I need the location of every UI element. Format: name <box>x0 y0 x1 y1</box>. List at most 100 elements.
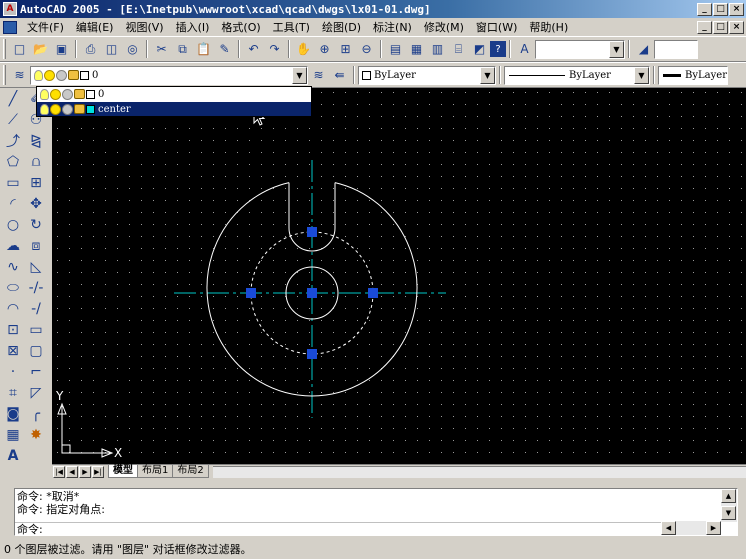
ellipse-icon[interactable]: ⬭ <box>3 278 23 298</box>
stretch-icon[interactable]: ◺ <box>26 257 46 277</box>
hatch-icon[interactable]: ⌗ <box>3 383 23 403</box>
properties-icon[interactable]: ▤ <box>385 39 406 60</box>
layer-on-icon[interactable] <box>40 88 49 100</box>
zoom-window-icon[interactable]: ⊞ <box>335 39 356 60</box>
move-icon[interactable]: ✥ <box>26 194 46 214</box>
minimize-button[interactable]: _ <box>697 2 712 16</box>
scroll-left-button[interactable]: ◀ <box>661 521 676 535</box>
layer-on-icon[interactable] <box>40 103 49 115</box>
tab-model[interactable]: 模型 <box>108 465 138 478</box>
preview-icon[interactable]: ◫ <box>101 39 122 60</box>
menu-help[interactable]: 帮助(H) <box>523 19 574 35</box>
insert-block-icon[interactable]: ⊡ <box>3 320 23 340</box>
layer-thaw-icon[interactable] <box>50 103 61 115</box>
doc-restore-button[interactable]: □ <box>713 20 728 34</box>
layer-viewport-icon[interactable] <box>62 103 73 115</box>
new-icon[interactable]: □ <box>9 39 30 60</box>
line-icon[interactable]: ╱ <box>3 89 23 109</box>
chevron-down-icon[interactable]: ▼ <box>292 66 307 84</box>
menu-format[interactable]: 格式(O) <box>215 19 266 35</box>
make-block-icon[interactable]: ⊠ <box>3 341 23 361</box>
command-vscroll[interactable]: ▲ ▼ <box>721 489 737 522</box>
save-icon[interactable]: ▣ <box>51 39 72 60</box>
zoom-realtime-icon[interactable]: ⊕ <box>314 39 335 60</box>
close-button[interactable]: × <box>729 2 744 16</box>
toolbar-grip[interactable] <box>3 39 6 59</box>
markup-icon[interactable]: ◩ <box>469 39 490 60</box>
break-point-icon[interactable]: ▭ <box>26 320 46 340</box>
grip-top[interactable] <box>307 227 317 237</box>
fillet-icon[interactable]: ╭ <box>26 404 46 424</box>
layer-row-0[interactable]: 0 <box>37 87 311 101</box>
color-combo[interactable]: ByLayer ▼ <box>358 65 496 85</box>
command-prompt[interactable]: 命令: <box>17 523 43 536</box>
layer-previous-icon[interactable]: ⇚ <box>329 65 350 86</box>
tab-layout2[interactable]: 布局2 <box>172 465 209 478</box>
polyline-icon[interactable]: ⤴ <box>3 131 23 151</box>
rectangle-icon[interactable]: ▭ <box>3 173 23 193</box>
mtext-icon[interactable]: A <box>3 446 23 466</box>
layer-unlock-icon[interactable] <box>74 89 85 99</box>
menu-insert[interactable]: 插入(I) <box>170 19 216 35</box>
arc-icon[interactable]: ◜ <box>3 194 23 214</box>
command-hscroll[interactable]: ◀ ▶ <box>661 521 721 535</box>
open-icon[interactable]: 📂 <box>30 39 51 60</box>
chamfer-icon[interactable]: ◸ <box>26 383 46 403</box>
rotate-icon[interactable]: ↻ <box>26 215 46 235</box>
break-icon[interactable]: ▢ <box>26 341 46 361</box>
grip-center[interactable] <box>307 288 317 298</box>
undo-icon[interactable]: ↶ <box>243 39 264 60</box>
doc-minimize-button[interactable]: _ <box>697 20 712 34</box>
chevron-down-icon[interactable]: ▼ <box>480 66 495 84</box>
scale-icon[interactable]: ⧈ <box>26 236 46 256</box>
construction-line-icon[interactable]: ⟋ <box>3 110 23 130</box>
text-style-combo[interactable]: ▼ <box>535 39 625 59</box>
help-icon[interactable]: ? <box>490 41 506 57</box>
chevron-down-icon[interactable]: ▼ <box>609 40 624 58</box>
first-tab-button[interactable]: |◀ <box>53 465 65 478</box>
dim-style-combo[interactable] <box>654 39 698 59</box>
paste-icon[interactable]: 📋 <box>193 39 214 60</box>
copy-icon[interactable]: ⧉ <box>172 39 193 60</box>
table-icon[interactable]: ▦ <box>3 425 23 445</box>
pan-icon[interactable]: ✋ <box>293 39 314 60</box>
menu-draw[interactable]: 绘图(D) <box>316 19 367 35</box>
chevron-down-icon[interactable]: ▼ <box>634 66 649 84</box>
cut-icon[interactable]: ✂ <box>151 39 172 60</box>
layer-row-center[interactable]: center <box>37 102 311 116</box>
tab-layout1[interactable]: 布局1 <box>137 465 174 478</box>
layer-viewport-icon[interactable] <box>62 88 73 100</box>
explode-icon[interactable]: ✸ <box>26 425 46 445</box>
region-icon[interactable]: ◙ <box>3 404 23 424</box>
document-icon[interactable] <box>3 20 17 34</box>
menu-edit[interactable]: 编辑(E) <box>70 19 120 35</box>
menu-window[interactable]: 窗口(W) <box>470 19 523 35</box>
next-tab-button[interactable]: ▶ <box>79 465 91 478</box>
text-style-icon[interactable]: A <box>514 39 535 60</box>
drawing-hscroll[interactable] <box>212 465 746 478</box>
circle-icon[interactable]: ○ <box>3 215 23 235</box>
layer-combo[interactable]: 0 ▼ <box>30 65 308 85</box>
array-icon[interactable]: ⊞ <box>26 173 46 193</box>
join-icon[interactable]: ⌐ <box>26 362 46 382</box>
ellipse-arc-icon[interactable]: ◠ <box>3 299 23 319</box>
lineweight-combo[interactable]: ByLayer <box>658 65 728 85</box>
dim-style-icon[interactable]: ◢ <box>633 39 654 60</box>
last-tab-button[interactable]: ▶| <box>92 465 104 478</box>
revision-cloud-icon[interactable]: ☁ <box>3 236 23 256</box>
match-icon[interactable]: ✎ <box>214 39 235 60</box>
mirror-icon[interactable]: ⧎ <box>26 131 46 151</box>
dbconnect-icon[interactable]: ⌸ <box>448 39 469 60</box>
doc-close-button[interactable]: × <box>729 20 744 34</box>
scroll-right-button[interactable]: ▶ <box>706 521 721 535</box>
tool-palette-icon[interactable]: ▥ <box>427 39 448 60</box>
layer-unlock-icon[interactable] <box>74 104 85 114</box>
grip-bottom[interactable] <box>307 349 317 359</box>
toolbar-grip[interactable] <box>3 65 6 85</box>
zoom-prev-icon[interactable]: ⊖ <box>356 39 377 60</box>
drawing-canvas[interactable]: Y X <box>52 88 746 464</box>
menu-tools[interactable]: 工具(T) <box>267 19 316 35</box>
polygon-icon[interactable]: ⬠ <box>3 152 23 172</box>
scroll-up-button[interactable]: ▲ <box>721 489 736 503</box>
print-icon[interactable]: ⎙ <box>80 39 101 60</box>
